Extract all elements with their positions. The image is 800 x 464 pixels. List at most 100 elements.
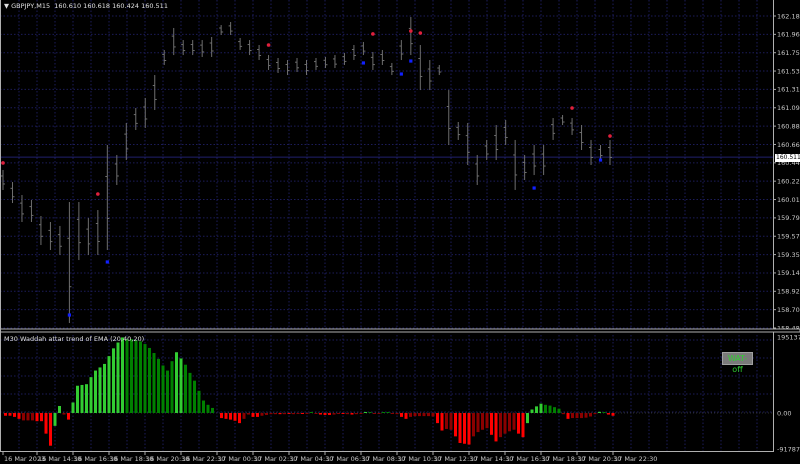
price-tick-label: 160.010 <box>777 196 800 204</box>
histogram-bar <box>17 413 21 419</box>
histogram-bar <box>134 340 138 413</box>
buy-signal-dot <box>598 158 603 162</box>
price-tick-label: 159.140 <box>777 269 800 277</box>
histogram-bar <box>557 408 561 413</box>
histogram-bar <box>386 412 390 413</box>
histogram-bar <box>305 413 309 414</box>
histogram-bar <box>602 412 606 413</box>
sell-signal-dot <box>96 192 100 196</box>
wat-off-button[interactable]: WAT-off <box>722 352 753 374</box>
histogram-bar <box>247 413 250 415</box>
histogram-bar <box>553 407 556 413</box>
histogram-bar <box>35 413 39 422</box>
histogram-bar <box>571 413 574 419</box>
buy-signal-dot <box>361 61 366 65</box>
panel-separator[interactable] <box>0 328 800 333</box>
histogram-bar <box>517 413 520 434</box>
histogram-bar <box>476 413 480 433</box>
chart-canvas[interactable]: 162.185 161.965 161.750 161.530 161.315 161.0… <box>0 0 800 464</box>
histogram-bar <box>31 413 34 421</box>
price-tick-label: 160.660 <box>777 141 800 149</box>
price-tick-label: 161.965 <box>777 31 800 39</box>
indicator-panel[interactable] <box>0 337 773 446</box>
histogram-bar <box>508 413 511 432</box>
histogram-bar <box>584 413 588 418</box>
histogram-bar <box>296 413 300 414</box>
histogram-bar <box>80 384 84 413</box>
histogram-bar <box>350 413 354 415</box>
histogram-bar <box>76 385 79 413</box>
indicator-title: M30 Waddah attar trend of EMA (20,40,20) <box>4 335 145 343</box>
sell-signal-dot <box>1 161 5 165</box>
histogram-bar <box>301 413 304 414</box>
histogram-bar <box>233 413 237 421</box>
histogram-bar <box>575 413 579 419</box>
histogram-bar <box>382 412 385 413</box>
histogram-bar <box>148 347 151 413</box>
price-tick-label: 160.225 <box>777 177 800 185</box>
histogram-bar <box>323 413 327 415</box>
histogram-bar <box>251 413 255 417</box>
histogram-bar <box>539 403 543 413</box>
sell-signal-dot <box>266 43 271 47</box>
histogram-bar <box>368 412 372 413</box>
histogram-bar <box>319 413 322 415</box>
price-tick-label: 161.530 <box>777 67 800 75</box>
histogram-bar <box>598 411 601 413</box>
histogram-bar <box>58 405 61 413</box>
histogram-bar <box>463 413 466 444</box>
histogram-bar <box>184 364 187 413</box>
histogram-bar <box>53 413 57 426</box>
histogram-bar <box>139 341 142 413</box>
histogram-bar <box>13 413 16 417</box>
histogram-bar <box>607 413 610 415</box>
histogram-bar <box>103 363 106 413</box>
price-tick-label: 161.750 <box>777 49 800 57</box>
histogram-bar <box>44 413 48 434</box>
grid <box>0 0 773 451</box>
histogram-bar <box>562 413 565 415</box>
histogram-bar <box>566 413 570 419</box>
histogram-bar <box>427 413 430 417</box>
histogram-bar <box>206 404 210 413</box>
histogram-bar <box>8 413 12 416</box>
current-price-label: 160.511 <box>775 154 800 162</box>
histogram-bar <box>589 413 592 417</box>
indicator-tick-label: 0.00 <box>777 409 791 417</box>
histogram-bar <box>377 413 381 414</box>
histogram-bar <box>364 412 367 413</box>
histogram-bar <box>373 413 376 414</box>
histogram-bar <box>422 413 426 417</box>
sell-signal-dot <box>371 32 375 36</box>
price-tick-label: 159.575 <box>777 233 800 241</box>
histogram-bar <box>440 413 444 431</box>
histogram-bar <box>593 413 597 415</box>
histogram-bar <box>85 384 88 413</box>
price-tick-label: 159.355 <box>777 251 800 259</box>
histogram-bar <box>404 413 408 419</box>
histogram-bar <box>535 406 538 413</box>
chart-title: ▼ GBPJPY,M15 160.610 160.618 160.424 160… <box>4 2 168 10</box>
collapse-caret-icon[interactable]: ▼ <box>4 2 9 10</box>
buy-signal-dot <box>532 186 536 190</box>
histogram-bar <box>94 370 97 413</box>
histogram-bar <box>265 413 268 415</box>
histogram-bar <box>512 413 516 430</box>
price-panel[interactable] <box>0 17 773 324</box>
histogram-bar <box>283 413 286 415</box>
histogram-bar <box>431 413 435 417</box>
histogram-bar <box>170 361 174 413</box>
histogram-bar <box>359 413 363 414</box>
histogram-bar <box>112 348 115 413</box>
price-tick-label: 161.095 <box>777 104 800 112</box>
histogram-bar <box>197 390 201 413</box>
buy-signal-dot <box>67 313 71 317</box>
histogram-bar <box>499 413 502 438</box>
histogram-bar <box>269 413 273 415</box>
histogram-bar <box>224 413 228 419</box>
indicator-tick-label: -91787.82 <box>777 445 800 453</box>
histogram-bar <box>152 353 156 413</box>
histogram-bar <box>490 413 493 435</box>
histogram-bar <box>485 413 489 429</box>
histogram-bar <box>332 413 336 415</box>
